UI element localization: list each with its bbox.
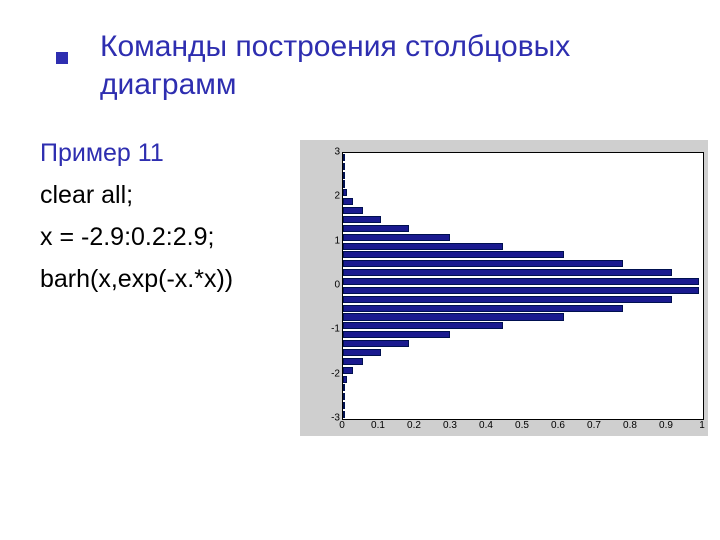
bar [343,384,345,391]
y-tick-label: 3 [320,147,340,158]
x-tick-label: 0.2 [407,420,421,438]
bar [343,313,564,320]
bar [343,393,345,400]
y-tick-label: -3 [320,413,340,424]
y-tick-label: 2 [320,191,340,202]
bar [343,189,347,196]
bar [343,411,345,418]
figure-panel: -3 -2 -1 0 1 2 3 0 0.1 0.2 0.3 0.4 0.5 0.6 0.7 0.8 0.9 1 [300,140,708,436]
slide-title: Команды построения столбцовых диаграмм [100,28,660,104]
bar [343,243,503,250]
x-tick-label: 0.7 [587,420,601,438]
bar [343,251,564,258]
bar [343,322,503,329]
bar [343,402,345,409]
bar [343,234,450,241]
bar [343,376,347,383]
bar [343,278,699,285]
bar [343,180,345,187]
bar [343,296,672,303]
bar [343,331,450,338]
bar [343,216,381,223]
x-tick-label: 0.8 [623,420,637,438]
bar [343,305,623,312]
y-tick-label: -2 [320,368,340,379]
barh-chart [342,152,704,420]
x-tick-label: 1 [699,420,705,438]
title-bullet [56,52,68,64]
bar [343,198,353,205]
y-tick-label: 1 [320,235,340,246]
x-tick-label: 0.4 [479,420,493,438]
x-tick-label: 0 [339,420,345,438]
bar [343,172,345,179]
x-tick-label: 0.6 [551,420,565,438]
bar [343,340,409,347]
bar [343,207,363,214]
bar [343,287,699,294]
bar [343,367,353,374]
x-tick-label: 0.1 [371,420,385,438]
bar [343,225,409,232]
y-tick-label: -1 [320,324,340,335]
x-tick-label: 0.5 [515,420,529,438]
bar [343,349,381,356]
x-tick-label: 0.3 [443,420,457,438]
y-tick-label: 0 [320,280,340,291]
bar [343,163,345,170]
bar [343,269,672,276]
x-tick-label: 0.9 [659,420,673,438]
bar [343,358,363,365]
bar [343,154,345,161]
bar [343,260,623,267]
